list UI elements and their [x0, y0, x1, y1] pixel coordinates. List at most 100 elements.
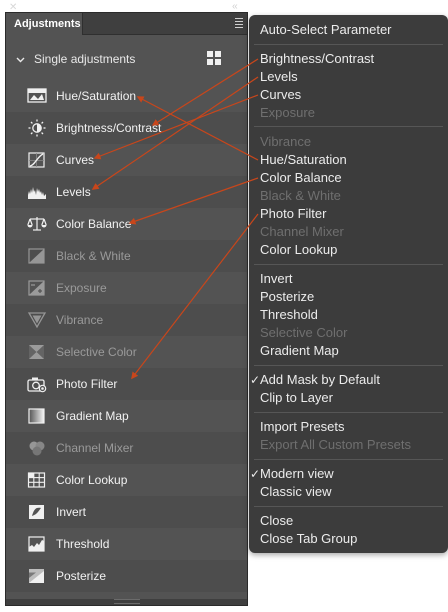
threshold-icon — [27, 535, 47, 553]
menu-item-import-presets[interactable]: Import Presets — [260, 418, 345, 436]
adjustment-label: Levels — [56, 185, 91, 199]
adjustment-item-color-lookup[interactable]: Color Lookup — [6, 464, 247, 496]
menu-item-curves[interactable]: Curves — [260, 86, 301, 104]
adjustment-label: Threshold — [56, 537, 110, 551]
menu-item-label: Curves — [260, 87, 302, 102]
screen: ✕ ‹‹ Adjustments Single adjustments Hue/… — [0, 0, 448, 612]
menu-item-brightness-contrast[interactable]: Brightness/Contrast — [260, 50, 374, 68]
adjustment-item-black-white[interactable]: Black & White — [6, 240, 247, 272]
adjustment-item-selective-color[interactable]: Selective Color — [6, 336, 247, 368]
photo-filter-icon — [27, 375, 47, 393]
levels-icon — [27, 183, 47, 201]
grid-view-icon[interactable] — [207, 51, 221, 65]
single-adjustments-header[interactable]: Single adjustments — [16, 51, 135, 67]
adjustments-panel: Adjustments Single adjustments Hue/Satur… — [5, 12, 248, 606]
menu-item-label: Invert — [260, 271, 293, 286]
curves-icon — [27, 151, 47, 169]
menu-item-label: Export All Custom Presets — [260, 437, 411, 452]
adjustment-label: Invert — [56, 505, 87, 519]
adjustment-label: Brightness/Contrast — [56, 121, 162, 135]
chevron-down-icon — [16, 53, 28, 69]
menu-item-label: Selective Color — [260, 325, 348, 340]
menu-item-classic-view[interactable]: Classic view — [260, 483, 332, 501]
menu-item-add-mask-by-default[interactable]: ✓ Add Mask by Default — [250, 371, 380, 389]
menu-separator — [254, 365, 443, 366]
menu-item-label: Vibrance — [260, 134, 312, 149]
adjustment-item-photo-filter[interactable]: Photo Filter — [6, 368, 247, 400]
adjustment-item-curves[interactable]: Curves — [6, 144, 247, 176]
checkmark-icon: ✓ — [250, 373, 261, 387]
adjustment-list: Hue/Saturation Brightness/Contrast Curve… — [6, 80, 247, 592]
menu-item-label: Close Tab Group — [260, 531, 358, 546]
panel-footer — [6, 599, 247, 605]
panel-menu-icon[interactable] — [235, 18, 243, 28]
adjustment-item-channel-mixer[interactable]: Channel Mixer — [6, 432, 247, 464]
adjustment-label: Selective Color — [56, 345, 137, 359]
adjustment-label: Photo Filter — [56, 377, 118, 391]
color-lookup-icon — [27, 471, 47, 489]
menu-item-label: Modern view — [260, 466, 334, 481]
collapse-panel-icon[interactable]: ‹‹ — [232, 2, 238, 12]
adjustment-label: Curves — [56, 153, 95, 167]
adjustment-item-color-balance[interactable]: Color Balance — [6, 208, 247, 240]
menu-item-auto-select-parameter[interactable]: Auto-Select Parameter — [260, 21, 392, 39]
panel-options-menu: Auto-Select Parameter Brightness/Contras… — [249, 15, 448, 553]
menu-item-channel-mixer: Channel Mixer — [260, 223, 344, 241]
adjustment-label: Gradient Map — [56, 409, 129, 423]
menu-item-label: Levels — [260, 69, 298, 84]
adjustment-label: Channel Mixer — [56, 441, 134, 455]
adjustment-item-levels[interactable]: Levels — [6, 176, 247, 208]
adjustment-item-hue-saturation[interactable]: Hue/Saturation — [6, 80, 247, 112]
menu-separator — [254, 459, 443, 460]
selective-color-icon — [27, 343, 47, 361]
adjustment-item-vibrance[interactable]: Vibrance — [6, 304, 247, 336]
menu-item-invert[interactable]: Invert — [260, 270, 293, 288]
adjustment-label: Hue/Saturation — [56, 89, 137, 103]
menu-item-levels[interactable]: Levels — [260, 68, 298, 86]
menu-item-photo-filter[interactable]: Photo Filter — [260, 205, 326, 223]
channel-mixer-icon — [27, 439, 47, 457]
menu-item-hue-saturation[interactable]: Hue/Saturation — [260, 151, 347, 169]
vibrance-icon — [27, 311, 47, 329]
tab-adjustments[interactable]: Adjustments — [6, 13, 83, 35]
adjustment-item-exposure[interactable]: Exposure — [6, 272, 247, 304]
menu-separator — [254, 44, 443, 45]
adjustment-item-threshold[interactable]: Threshold — [6, 528, 247, 560]
menu-item-close-tab-group[interactable]: Close Tab Group — [260, 530, 357, 548]
menu-item-threshold[interactable]: Threshold — [260, 306, 318, 324]
adjustment-item-posterize[interactable]: Posterize — [6, 560, 247, 592]
adjustment-label: Vibrance — [56, 313, 104, 327]
menu-item-modern-view[interactable]: ✓ Modern view — [250, 465, 334, 483]
color-balance-icon — [27, 215, 47, 233]
section-label: Single adjustments — [34, 52, 136, 66]
menu-item-label: Auto-Select Parameter — [260, 22, 392, 37]
menu-item-color-lookup[interactable]: Color Lookup — [260, 241, 337, 259]
menu-separator — [254, 264, 443, 265]
hue-saturation-icon — [27, 87, 47, 105]
adjustment-item-invert[interactable]: Invert — [6, 496, 247, 528]
menu-item-black-white: Black & White — [260, 187, 341, 205]
menu-item-clip-to-layer[interactable]: Clip to Layer — [260, 389, 333, 407]
adjustment-item-gradient-map[interactable]: Gradient Map — [6, 400, 247, 432]
menu-item-gradient-map[interactable]: Gradient Map — [260, 342, 339, 360]
menu-separator — [254, 412, 443, 413]
menu-item-label: Gradient Map — [260, 343, 339, 358]
brightness-contrast-icon — [27, 119, 47, 137]
menu-item-label: Classic view — [260, 484, 332, 499]
adjustment-item-brightness-contrast[interactable]: Brightness/Contrast — [6, 112, 247, 144]
resize-grip-icon[interactable] — [114, 599, 140, 604]
menu-item-close[interactable]: Close — [260, 512, 293, 530]
menu-item-label: Channel Mixer — [260, 224, 344, 239]
menu-item-label: Hue/Saturation — [260, 152, 347, 167]
menu-item-export-all-custom-presets: Export All Custom Presets — [260, 436, 411, 454]
checkmark-icon: ✓ — [250, 467, 261, 481]
menu-item-posterize[interactable]: Posterize — [260, 288, 314, 306]
menu-item-color-balance[interactable]: Color Balance — [260, 169, 342, 187]
menu-item-label: Color Lookup — [260, 242, 338, 257]
menu-item-label: Photo Filter — [260, 206, 327, 221]
adjustment-label: Exposure — [56, 281, 107, 295]
menu-item-label: Add Mask by Default — [260, 372, 380, 387]
menu-item-label: Brightness/Contrast — [260, 51, 375, 66]
menu-item-label: Color Balance — [260, 170, 342, 185]
menu-item-label: Clip to Layer — [260, 390, 333, 405]
